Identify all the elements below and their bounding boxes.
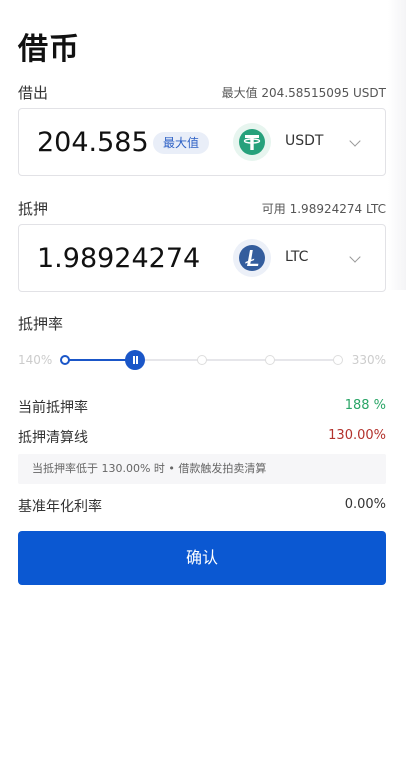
tether-icon [233, 123, 271, 161]
slider-step-dot[interactable] [60, 355, 70, 365]
scroll-edge-shadow [388, 0, 406, 290]
slider-step-dot[interactable] [197, 355, 207, 365]
chevron-down-icon[interactable] [349, 251, 361, 263]
rate-value: 0.00% [344, 497, 386, 512]
collateral-amount-input[interactable]: 1.98924274 [37, 243, 207, 274]
borrow-page: 借币 借出 最大值 204.58515095 USDT 204.58515 最大… [0, 0, 406, 766]
slider-thumb[interactable] [125, 350, 145, 370]
slider-step-dot[interactable] [333, 355, 343, 365]
collateral-label: 抵押 [18, 200, 49, 218]
borrow-amount-input[interactable]: 204.58515 [37, 127, 149, 158]
liquidation-value: 130.00% [328, 428, 386, 443]
slider-max-label: 330% [351, 353, 386, 367]
current-ratio-value: 188 % [344, 398, 386, 413]
collateral-coin-name: LTC [285, 249, 309, 265]
litecoin-icon [233, 239, 271, 277]
liquidation-label: 抵押清算线 [18, 430, 88, 446]
borrow-coin-name: USDT [285, 133, 324, 149]
collateral-field[interactable]: 1.98924274 LTC [18, 224, 386, 292]
chevron-down-icon[interactable] [349, 135, 361, 147]
max-button[interactable]: 最大值 [153, 132, 210, 154]
borrow-label: 借出 [18, 84, 49, 102]
ratio-slider[interactable]: 140% 330% [18, 340, 386, 380]
borrow-field[interactable]: 204.58515 最大值 USDT [18, 108, 386, 176]
page-title: 借币 [18, 32, 80, 67]
confirm-button[interactable]: 确认 [18, 531, 386, 585]
ratio-label: 抵押率 [18, 315, 64, 333]
slider-step-dot[interactable] [265, 355, 275, 365]
slider-min-label: 140% [18, 353, 53, 367]
borrow-max-text: 最大值 204.58515095 USDT [221, 86, 386, 100]
current-ratio-label: 当前抵押率 [18, 400, 88, 416]
liquidation-note: 当抵押率低于 130.00% 时 • 借款触发拍卖清算 [18, 454, 386, 484]
rate-label: 基准年化利率 [18, 499, 102, 515]
collateral-available-text: 可用 1.98924274 LTC [261, 202, 386, 216]
